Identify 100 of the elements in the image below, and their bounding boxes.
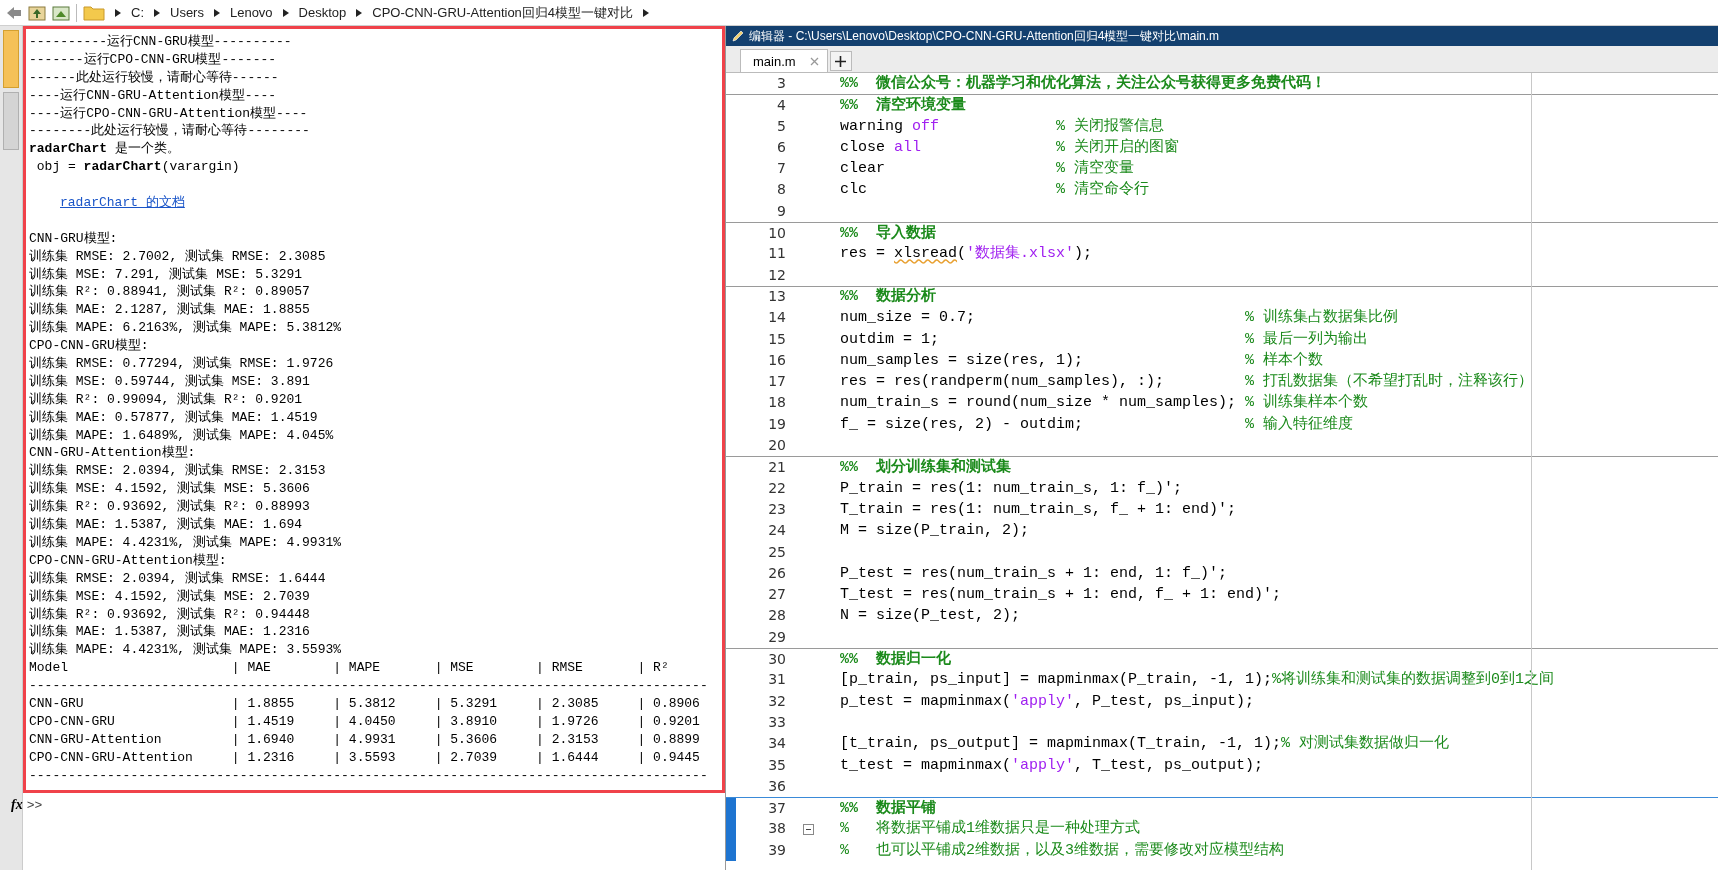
code-line: T_test = res(num_train_s + 1: end, f_ + 1: end)'; [840,586,1282,604]
path-segment[interactable]: Desktop [298,5,347,20]
path-segment[interactable]: CPO-CNN-GRU-Attention回归4模型一键对比 [372,3,634,22]
plus-icon [835,55,847,67]
code-line: M = size(P_train, 2); [840,522,1030,540]
console-line: ----------运行CNN-GRU模型---------- [29,34,292,49]
line-number: 10 [767,223,786,243]
table-row: CPO-CNN-GRU-Attention | 1.2316 | 3.5593 | 2.7039 | 1.6444 | 0.9445 [29,749,700,765]
code-line: warning off % 关闭报警信息 [840,117,1165,135]
new-tab-button[interactable] [829,51,852,71]
console-line: CPO-CNN-GRU模型: [29,338,149,354]
line-number: 6 [776,137,786,157]
console-line: 训练集 R²: 0.99094, 测试集 R²: 0.9201 [29,391,303,407]
table-row: CNN-GRU-Attention | 1.6940 | 4.9931 | 5.3606 | 2.3153 | 0.8899 [29,731,700,747]
line-number: 34 [767,734,786,754]
line-number: 9 [776,201,786,221]
console-line: 训练集 R²: 0.93692, 测试集 R²: 0.88993 [29,499,310,515]
code-line: %% 数据平铺 [840,799,936,817]
code-line: T_train = res(1: num_train_s, f_ + 1: end)'; [840,500,1237,518]
code-line: P_train = res(1: num_train_s, 1: f_)'; [840,479,1183,497]
line-number: 14 [767,308,786,328]
line-number: 33 [767,712,786,732]
line-number: 8 [776,180,786,200]
line-number: 18 [767,393,786,413]
console-line: 训练集 RMSE: 0.77294, 测试集 RMSE: 1.9726 [29,356,334,372]
console-line: 训练集 MAE: 0.57877, 测试集 MAE: 1.4519 [29,409,318,425]
line-number: 36 [767,776,786,796]
code-line: res = res(randperm(num_samples), :); % 打乱数据集（不希望打乱时，注释该行） [840,373,1534,391]
line-number: 26 [767,563,786,583]
line-number: 11 [767,244,786,264]
separator-line: --------------------------------------------------------------------------------------- [29,678,708,694]
back-arrow-icon[interactable] [6,5,22,20]
line-number: 25 [767,542,786,562]
console-line: radarChart 是一个类。 [29,141,180,157]
line-number: 27 [767,585,786,605]
console-line: ----运行CPO-CNN-GRU-Attention模型---- [29,105,308,121]
line-number: 13 [767,287,786,307]
chevron-right-icon[interactable] [115,8,121,17]
folder-icon [83,4,105,21]
line-number: 35 [767,755,786,775]
separator-line: --------------------------------------------------------------------------------------- [29,767,708,783]
chevron-right-icon[interactable] [356,8,363,17]
line-number: 16 [767,350,786,370]
console-line: 训练集 MAPE: 4.4231%, 测试集 MAPE: 4.9931% [29,534,342,550]
console-line: 训练集 MAE: 1.5387, 测试集 MAE: 1.694 [29,517,303,533]
table-row: CNN-GRU | 1.8855 | 5.3812 | 5.3291 | 2.3085 | 0.8906 [29,695,700,711]
code-line: % 也可以平铺成2维数据，以及3维数据，需要修改对应模型结构 [840,841,1284,859]
console-line: ----运行CNN-GRU-Attention模型---- [29,87,277,103]
line-number: 32 [767,691,786,711]
function-browser-button[interactable]: fx [11,797,23,814]
close-icon[interactable] [809,56,819,66]
line-number: 30 [767,649,786,669]
code-line: t_test = mapminmax('apply', T_test, ps_output); [840,756,1264,774]
code-line: num_size = 0.7; % 训练集占数据集比例 [840,309,1399,327]
console-line: 训练集 MAE: 2.1287, 测试集 MAE: 1.8855 [29,302,310,318]
console-line: 训练集 RMSE: 2.0394, 测试集 RMSE: 1.6444 [29,570,326,586]
console-line: 训练集 MSE: 7.291, 测试集 MSE: 5.3291 [29,266,303,282]
line-number: 15 [767,329,786,349]
fold-toggle-icon[interactable] [802,823,814,835]
console-line: 训练集 MAE: 1.5387, 测试集 MAE: 1.2316 [29,624,310,640]
console-line: CNN-GRU模型: [29,230,118,246]
path-segment[interactable]: Users [170,5,204,20]
code-line: %% 导入数据 [840,224,936,242]
console-line: ------此处运行较慢，请耐心等待------ [29,69,279,85]
chevron-right-icon[interactable] [213,8,220,17]
code-line: clear % 清空变量 [840,160,1135,178]
line-number: 38 [767,819,786,839]
folder-up-icon[interactable] [28,4,46,21]
console-line: 训练集 MAPE: 6.2163%, 测试集 MAPE: 5.3812% [29,320,342,336]
console-line: 训练集 R²: 0.93692, 测试集 R²: 0.94448 [29,606,310,622]
code-line: N = size(P_test, 2); [840,607,1021,625]
line-number: 3 [776,74,786,93]
line-number: 24 [767,521,786,541]
browse-folder-icon[interactable] [52,4,70,21]
line-number: 37 [767,798,786,818]
command-prompt[interactable]: >> [26,797,43,813]
path-segment[interactable]: C: [131,5,144,20]
chevron-right-icon[interactable] [643,8,650,17]
chevron-right-icon[interactable] [282,8,289,17]
line-number: 31 [767,670,786,690]
editor-title: 编辑器 - C:\Users\Lenovo\Desktop\CPO-CNN-GRU-Attention回归4模型一键对比\main.m [749,27,1220,45]
line-number: 4 [776,95,786,115]
code-line: %% 微信公众号：机器学习和优化算法，关注公众号获得更多免费代码！ [840,75,1326,92]
documentation-link[interactable]: radarChart 的文档 [60,195,185,210]
code-line: [t_train, ps_output] = mapminmax(T_train, -1, 1);% 对测试集数据做归一化 [840,735,1450,753]
code-line: outdim = 1; % 最后一列为输出 [840,330,1369,348]
code-line: res = xlsread('数据集.xlsx'); [840,245,1093,263]
file-tab[interactable]: main.m [740,49,828,72]
line-number: 5 [776,116,786,136]
chevron-right-icon[interactable] [154,8,160,17]
path-segment[interactable]: Lenovo [229,5,273,20]
line-number: 19 [767,414,786,434]
console-line: obj = radarChart(varargin) [35,159,240,175]
code-line: close all % 关闭开启的图窗 [840,138,1180,156]
console-line: 训练集 MAPE: 4.4231%, 测试集 MAPE: 3.5593% [29,642,342,658]
code-line: %% 划分训练集和测试集 [840,458,1011,476]
code-line: num_samples = size(res, 1); % 样本个数 [840,351,1324,369]
console-line: 训练集 MSE: 4.1592, 测试集 MSE: 2.7039 [29,588,310,604]
line-number: 39 [767,840,786,860]
console-line: CNN-GRU-Attention模型: [29,445,196,461]
